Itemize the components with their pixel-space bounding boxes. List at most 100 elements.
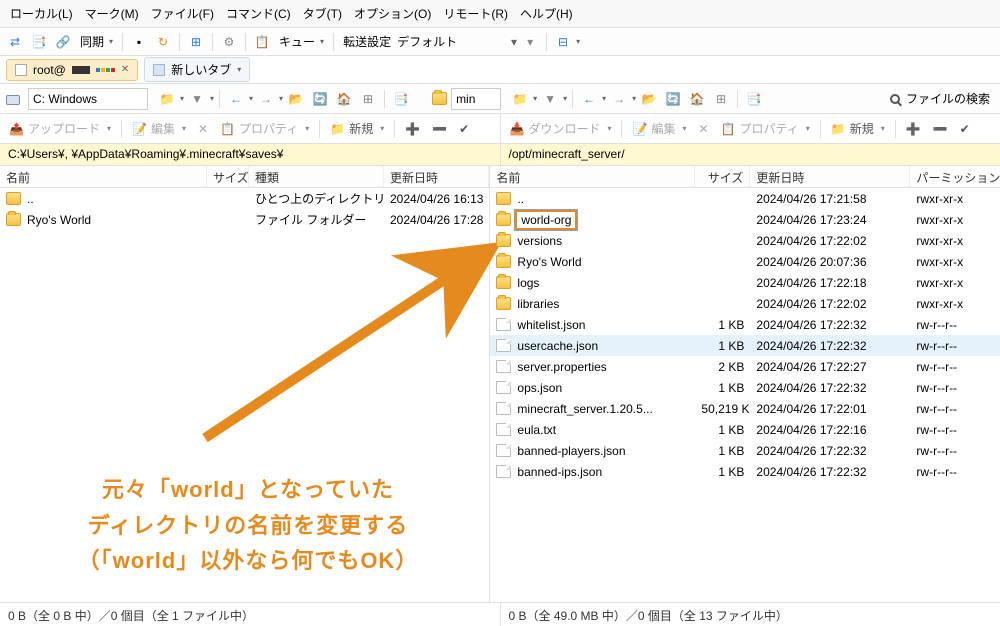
remote-sync-icon[interactable]: 📑	[743, 88, 765, 110]
col-size[interactable]: サイズ	[207, 166, 249, 187]
remote-up-icon[interactable]: 📂	[638, 88, 660, 110]
close-tab-icon[interactable]: ✕	[121, 64, 129, 75]
transfer-settings-icon[interactable]: ▾	[519, 31, 541, 53]
list-item[interactable]: eula.txt1 KB2024/04/26 17:22:16rw-r--r--	[490, 419, 1000, 440]
local-header[interactable]: 名前 サイズ 種類 更新日時	[0, 166, 489, 188]
queue-icon[interactable]: 📋	[251, 31, 273, 53]
remote-refresh-icon[interactable]: 🔄	[662, 88, 684, 110]
props-local-button[interactable]: 📋 プロパティ	[215, 118, 314, 139]
local-back-icon[interactable]: ←	[225, 88, 247, 110]
col-name[interactable]: 名前	[0, 166, 207, 187]
drive-icon	[6, 95, 20, 105]
plus-remote-icon[interactable]: ➕	[901, 120, 926, 138]
edit-local-button[interactable]: 📝 編集	[127, 118, 191, 139]
local-open-icon[interactable]: 📁	[156, 88, 178, 110]
list-item[interactable]: ..ひとつ上のディレクトリ2024/04/26 16:13	[0, 188, 489, 209]
compare-icon[interactable]: 📑	[28, 31, 50, 53]
plus-local-icon[interactable]: ➕	[400, 120, 425, 138]
file-icon	[496, 402, 511, 415]
local-home-icon[interactable]: 🏠	[333, 88, 355, 110]
minus-local-icon[interactable]: ➖	[427, 120, 452, 138]
menu-option[interactable]: オプション(O)	[348, 3, 437, 24]
new-remote-button[interactable]: 📁 新規	[826, 118, 890, 139]
upload-button[interactable]: 📤 アップロード	[4, 118, 116, 139]
remote-list[interactable]: ..2024/04/26 17:21:58rwxr-xr-xworld-org2…	[490, 188, 1000, 602]
list-item[interactable]: usercache.json1 KB2024/04/26 17:22:32rw-…	[490, 335, 1000, 356]
check-remote-icon[interactable]: ✔	[955, 120, 975, 138]
new-local-button[interactable]: 📁 新規	[325, 118, 389, 139]
remote-home-icon[interactable]: 🏠	[686, 88, 708, 110]
local-up-icon[interactable]: 📂	[285, 88, 307, 110]
list-item[interactable]: ..2024/04/26 17:21:58rwxr-xr-x	[490, 188, 1000, 209]
check-local-icon[interactable]: ✔	[454, 120, 474, 138]
item-name: Ryo's World	[517, 255, 581, 269]
list-item[interactable]: Ryo's World2024/04/26 20:07:36rwxr-xr-x	[490, 251, 1000, 272]
remote-tree-icon[interactable]: ⊞	[710, 88, 732, 110]
menu-tab[interactable]: タブ(T)	[297, 3, 348, 24]
col-perm[interactable]: パーミッション	[910, 166, 1000, 187]
local-fwd-icon[interactable]: →	[255, 88, 277, 110]
delete-remote-icon[interactable]: ✕	[693, 120, 713, 138]
refresh-icon[interactable]: ↻	[152, 31, 174, 53]
terminal-icon[interactable]: ▪	[128, 31, 150, 53]
local-filter-icon[interactable]: ▼	[186, 88, 208, 110]
list-item[interactable]: ops.json1 KB2024/04/26 17:22:32rw-r--r--	[490, 377, 1000, 398]
search-box[interactable]: ファイルの検索	[884, 90, 996, 107]
transfer-icon[interactable]: ⇄	[4, 31, 26, 53]
sync-browse-icon[interactable]: 🔗	[52, 31, 74, 53]
remote-dir-combo[interactable]: min	[430, 88, 503, 110]
local-tree-icon[interactable]: ⊞	[357, 88, 379, 110]
remote-back-icon[interactable]: ←	[578, 88, 600, 110]
menu-mark[interactable]: マーク(M)	[79, 3, 145, 24]
props-remote-button[interactable]: 📋 プロパティ	[716, 118, 815, 139]
list-item[interactable]: libraries2024/04/26 17:22:02rwxr-xr-x	[490, 293, 1000, 314]
delete-local-icon[interactable]: ✕	[193, 120, 213, 138]
col-name[interactable]: 名前	[490, 166, 695, 187]
col-date[interactable]: 更新日時	[384, 166, 489, 187]
col-size[interactable]: サイズ	[695, 166, 750, 187]
remote-header[interactable]: 名前 サイズ 更新日時 パーミッション	[490, 166, 1000, 188]
col-date[interactable]: 更新日時	[750, 166, 910, 187]
list-item[interactable]: server.properties2 KB2024/04/26 17:22:27…	[490, 356, 1000, 377]
local-path[interactable]: C:¥Users¥, ¥AppData¥Roaming¥.minecraft¥s…	[0, 144, 501, 166]
new-tab[interactable]: 新しいタブ ▾	[144, 57, 250, 82]
item-name: whitelist.json	[517, 318, 585, 332]
menu-file[interactable]: ファイル(F)	[145, 3, 220, 24]
col-kind[interactable]: 種類	[249, 166, 384, 187]
edit-remote-button[interactable]: 📝 編集	[627, 118, 691, 139]
misc-icon[interactable]: ⊟	[552, 31, 574, 53]
list-item[interactable]: banned-ips.json1 KB2024/04/26 17:22:32rw…	[490, 461, 1000, 482]
menu-help[interactable]: ヘルプ(H)	[514, 3, 579, 24]
annotation-text: 元々「world」となっていた ディレクトリの名前を変更する （「world」以…	[38, 472, 458, 578]
remote-filter-icon[interactable]: ▼	[539, 88, 561, 110]
panes: 名前 サイズ 種類 更新日時 ..ひとつ上のディレクトリ2024/04/26 1…	[0, 166, 1000, 602]
gear-icon[interactable]: ⚙	[218, 31, 240, 53]
file-icon	[496, 423, 511, 436]
list-item[interactable]: whitelist.json1 KB2024/04/26 17:22:32rw-…	[490, 314, 1000, 335]
toggle-icon[interactable]: ⊞	[185, 31, 207, 53]
remote-fwd-icon[interactable]: →	[608, 88, 630, 110]
local-sync-icon[interactable]: 📑	[390, 88, 412, 110]
local-drive-combo[interactable]: C: Windows	[4, 88, 150, 110]
remote-path[interactable]: /opt/minecraft_server/	[501, 144, 1000, 166]
list-item[interactable]: Ryo's Worldファイル フォルダー2024/04/26 17:28	[0, 209, 489, 230]
list-item[interactable]: versions2024/04/26 17:22:02rwxr-xr-x	[490, 230, 1000, 251]
menu-command[interactable]: コマンド(C)	[220, 3, 297, 24]
menu-remote[interactable]: リモート(R)	[437, 3, 514, 24]
remote-open-icon[interactable]: 📁	[509, 88, 531, 110]
menu-local[interactable]: ローカル(L)	[4, 3, 79, 24]
rename-input[interactable]: world-org	[515, 210, 577, 230]
minus-remote-icon[interactable]: ➖	[928, 120, 953, 138]
list-item[interactable]: logs2024/04/26 17:22:18rwxr-xr-x	[490, 272, 1000, 293]
list-item[interactable]: banned-players.json1 KB2024/04/26 17:22:…	[490, 440, 1000, 461]
ops-row: 📤 アップロード 📝 編集 ✕ 📋 プロパティ 📁 新規 ➕ ➖ ✔ 📥 ダウン…	[0, 114, 1000, 144]
list-item[interactable]: world-org2024/04/26 17:23:24rwxr-xr-x	[490, 209, 1000, 230]
download-button[interactable]: 📥 ダウンロード	[505, 118, 617, 139]
search-label: ファイルの検索	[906, 90, 990, 107]
sync-button[interactable]: 同期	[76, 31, 117, 52]
transfer-preset-combo[interactable]: デフォルト▾	[397, 33, 517, 50]
queue-button[interactable]: キュー	[275, 31, 328, 52]
local-refresh-icon[interactable]: 🔄	[309, 88, 331, 110]
session-tab[interactable]: root@ ✕	[6, 59, 138, 81]
list-item[interactable]: minecraft_server.1.20.5...50,219 KB2024/…	[490, 398, 1000, 419]
